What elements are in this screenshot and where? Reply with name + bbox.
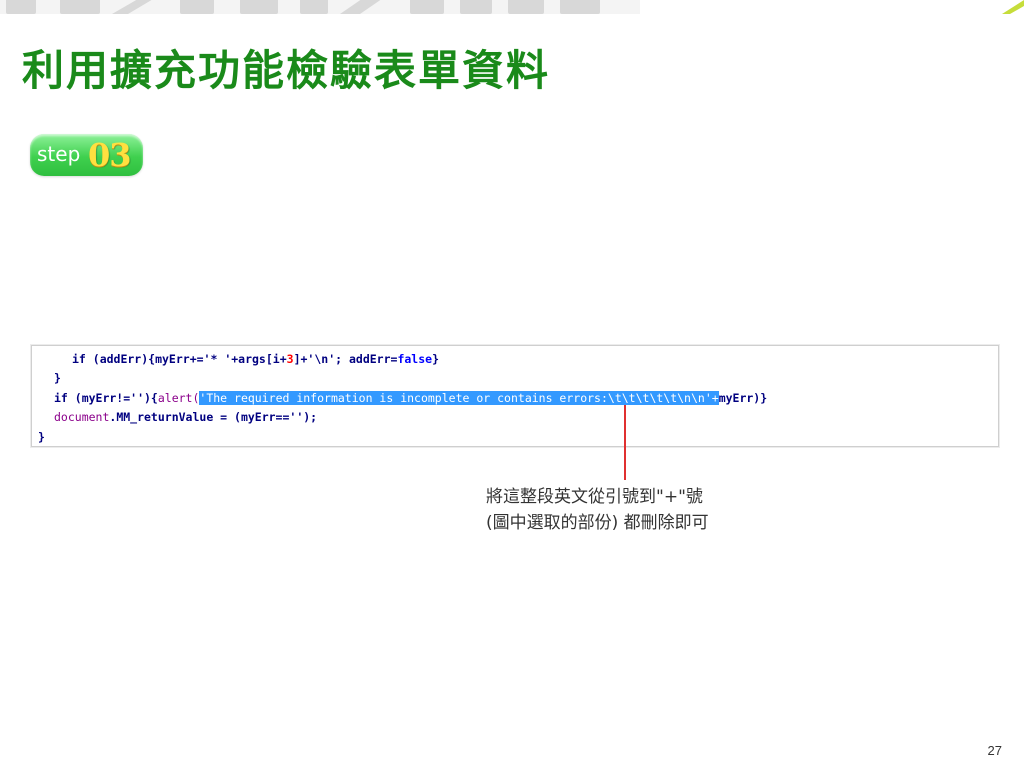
code-line-5: } [38,430,45,444]
code-text: if (addErr){myErr+='* '+args[i+ [72,352,287,366]
code-screenshot: if (addErr){myErr+='* '+args[i+3]+'\n'; … [31,345,999,447]
code-object: document [54,410,110,424]
step-badge: step 03 [30,134,143,176]
banner-logo [0,0,640,14]
banner-corner-mark [1002,0,1024,14]
code-line-3: if (myErr!=''){alert('The required infor… [54,391,767,405]
annotation-callout: 將這整段英文從引號到"+"號 (圖中選取的部份) 都刪除即可 [486,484,709,536]
callout-pointer-line [624,405,626,480]
code-text: if (myErr!=''){ [54,391,158,405]
annotation-line-1: 將這整段英文從引號到"+"號 [486,487,703,507]
code-function: alert( [157,391,200,405]
code-line-1: if (addErr){myErr+='* '+args[i+3]+'\n'; … [72,352,439,366]
page-number: 27 [987,743,1002,758]
code-line-2: } [54,371,61,385]
code-number: 3 [286,352,294,366]
code-keyword: false [397,352,433,366]
step-number: 03 [88,136,132,174]
annotation-line-2: (圖中選取的部份) 都刪除即可 [486,513,709,533]
top-banner [0,0,1024,14]
selected-text: 'The required information is incomplete … [199,391,719,405]
code-text: ]+'\n'; addErr= [293,352,398,366]
code-text: } [432,352,439,366]
code-text: myErr)} [718,391,768,405]
code-text: .MM_returnValue = (myErr==''); [109,410,318,424]
slide-title: 利用擴充功能檢驗表單資料 [22,46,551,95]
step-label: step [37,142,81,166]
code-line-4: document.MM_returnValue = (myErr==''); [54,410,317,424]
